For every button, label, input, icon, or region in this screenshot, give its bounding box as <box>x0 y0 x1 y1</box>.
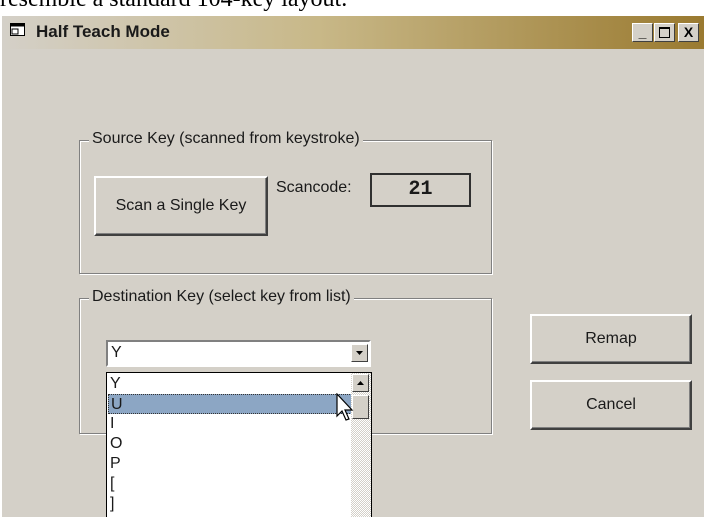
list-item[interactable]: O <box>108 434 352 454</box>
window-icon <box>10 23 25 36</box>
dialog-window: Half Teach Mode _ X Source Key (scanned … <box>0 14 704 517</box>
title-bar: Half Teach Mode _ X <box>2 16 704 49</box>
cancel-button[interactable]: Cancel <box>530 380 692 430</box>
list-item[interactable]: I <box>108 414 352 434</box>
list-item[interactable]: Y <box>108 374 352 394</box>
destination-key-dropdown-list[interactable]: Y U I O P [ ] <box>106 372 372 517</box>
scancode-label: Scancode: <box>276 179 352 196</box>
list-item[interactable]: P <box>108 454 352 474</box>
source-key-group-label: Source Key (scanned from keystroke) <box>89 130 363 148</box>
combobox-dropdown-button[interactable] <box>351 344 368 362</box>
remap-button[interactable]: Remap <box>530 314 692 364</box>
maximize-icon <box>659 27 670 38</box>
minimize-button[interactable]: _ <box>632 23 653 42</box>
destination-key-group-label: Destination Key (select key from list) <box>89 288 354 306</box>
list-item[interactable]: [ <box>108 474 352 494</box>
scancode-value: 21 <box>370 173 471 207</box>
page-caption-text: resemble a standard 104-key layout. <box>0 0 347 13</box>
window-title: Half Teach Mode <box>36 22 170 41</box>
scan-single-key-button[interactable]: Scan a Single Key <box>94 176 268 236</box>
destination-key-combobox[interactable]: Y <box>106 340 371 367</box>
chevron-down-icon <box>356 351 363 355</box>
combobox-value: Y <box>111 344 122 361</box>
list-item[interactable]: ] <box>108 494 352 514</box>
list-item-selected[interactable]: U <box>108 394 352 414</box>
scroll-up-button[interactable] <box>352 374 369 392</box>
maximize-button[interactable] <box>654 23 675 42</box>
mouse-cursor-icon <box>336 393 354 421</box>
close-button[interactable]: X <box>678 23 699 42</box>
chevron-up-icon <box>357 381 364 385</box>
